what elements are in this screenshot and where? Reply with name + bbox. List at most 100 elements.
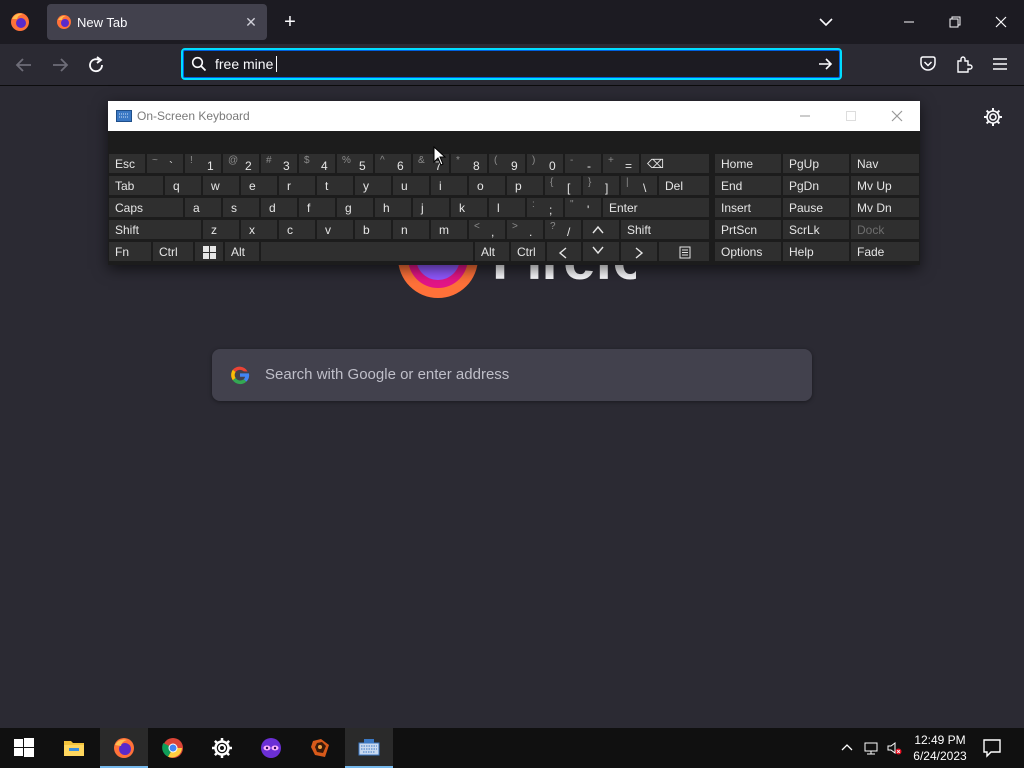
key-9[interactable]: (9	[488, 153, 526, 174]
key-q[interactable]: q	[164, 175, 202, 196]
key-space[interactable]	[260, 241, 474, 262]
key-tab[interactable]: Tab	[108, 175, 164, 196]
key-del[interactable]: Del	[658, 175, 710, 196]
key-backtick[interactable]: ~ `	[146, 153, 184, 174]
key-caps[interactable]: Caps	[108, 197, 184, 218]
key-backslash[interactable]: | \	[620, 175, 658, 196]
osk-taskbar-button[interactable]	[345, 728, 393, 768]
key-m[interactable]: m	[430, 219, 468, 240]
key-semicolon[interactable]: :;	[526, 197, 564, 218]
key-r[interactable]: r	[278, 175, 316, 196]
key-mv-dn[interactable]: Mv Dn	[850, 197, 920, 218]
key-f[interactable]: f	[298, 197, 336, 218]
key-5[interactable]: % 5	[336, 153, 374, 174]
key-c[interactable]: c	[278, 219, 316, 240]
close-icon[interactable]	[986, 8, 1016, 36]
game-app-taskbar-button[interactable]	[296, 728, 344, 768]
key-1[interactable]: ! 1	[184, 153, 222, 174]
key-i[interactable]: i	[430, 175, 468, 196]
url-input[interactable]: free mine	[215, 56, 278, 72]
key-s[interactable]: s	[222, 197, 260, 218]
list-tabs-chevron-icon[interactable]	[816, 12, 836, 32]
key-mv-up[interactable]: Mv Up	[850, 175, 920, 196]
key-e[interactable]: e	[240, 175, 278, 196]
key-esc[interactable]: Esc	[108, 153, 146, 174]
key-u[interactable]: u	[392, 175, 430, 196]
key-w[interactable]: w	[202, 175, 240, 196]
key-dock[interactable]: Dock	[850, 219, 920, 240]
osk-minimize-icon[interactable]	[782, 101, 828, 131]
system-clock[interactable]: 12:49 PM 6/24/2023	[904, 732, 976, 764]
key-shift-left[interactable]: Shift	[108, 219, 202, 240]
key-comma[interactable]: <,	[468, 219, 506, 240]
osk-maximize-icon[interactable]	[828, 101, 874, 131]
key-left-arrow[interactable]	[546, 241, 582, 262]
key-ctrl-right[interactable]: Ctrl	[510, 241, 546, 262]
key-scrlk[interactable]: ScrLk	[782, 219, 850, 240]
key-prtscn[interactable]: PrtScn	[714, 219, 782, 240]
osk-title-bar[interactable]: On-Screen Keyboard	[108, 101, 920, 131]
key-fn[interactable]: Fn	[108, 241, 152, 262]
key-pgup[interactable]: PgUp	[782, 153, 850, 174]
key-ctrl-left[interactable]: Ctrl	[152, 241, 194, 262]
key-n[interactable]: n	[392, 219, 430, 240]
key-insert[interactable]: Insert	[714, 197, 782, 218]
key-h[interactable]: h	[374, 197, 412, 218]
key-end[interactable]: End	[714, 175, 782, 196]
key-y[interactable]: y	[354, 175, 392, 196]
key-right-bracket[interactable]: }]	[582, 175, 620, 196]
key-0[interactable]: ) 0	[526, 153, 564, 174]
key-6[interactable]: ^ 6	[374, 153, 412, 174]
settings-taskbar-button[interactable]	[198, 728, 246, 768]
chrome-taskbar-button[interactable]	[149, 728, 197, 768]
extensions-icon[interactable]	[954, 54, 974, 74]
key-home[interactable]: Home	[714, 153, 782, 174]
key-period[interactable]: >.	[506, 219, 544, 240]
minimize-icon[interactable]	[894, 8, 924, 36]
key-2[interactable]: @2	[222, 153, 260, 174]
key-p[interactable]: p	[506, 175, 544, 196]
tab-new-tab[interactable]: New Tab ✕	[47, 4, 267, 40]
notification-icon[interactable]	[980, 736, 1004, 760]
key-minus[interactable]: --	[564, 153, 602, 174]
forward-arrow-icon[interactable]	[48, 53, 72, 77]
key-quote[interactable]: " '	[564, 197, 602, 218]
key-z[interactable]: z	[202, 219, 240, 240]
key-backspace[interactable]: ⌫	[640, 153, 710, 174]
key-4[interactable]: $4	[298, 153, 336, 174]
file-explorer-button[interactable]	[50, 728, 98, 768]
key-alt-left[interactable]: Alt	[224, 241, 260, 262]
osk-close-icon[interactable]	[874, 101, 920, 131]
key-o[interactable]: o	[468, 175, 506, 196]
key-j[interactable]: j	[412, 197, 450, 218]
key-nav[interactable]: Nav	[850, 153, 920, 174]
key-options[interactable]: Options	[714, 241, 782, 262]
key-l[interactable]: l	[488, 197, 526, 218]
key-slash[interactable]: ? /	[544, 219, 582, 240]
hamburger-menu-icon[interactable]	[990, 54, 1010, 74]
go-arrow-icon[interactable]	[816, 55, 834, 73]
google-search-box[interactable]: Search with Google or enter address	[212, 349, 812, 401]
new-tab-button[interactable]: +	[280, 12, 300, 32]
back-arrow-icon[interactable]	[12, 53, 36, 77]
key-k[interactable]: k	[450, 197, 488, 218]
key-windows[interactable]	[194, 241, 224, 262]
key-menu[interactable]	[658, 241, 710, 262]
key-enter[interactable]: Enter	[602, 197, 710, 218]
volume-muted-icon[interactable]	[886, 740, 902, 756]
key-down-arrow[interactable]	[582, 241, 620, 262]
key-fade[interactable]: Fade	[850, 241, 920, 262]
key-right-arrow[interactable]	[620, 241, 658, 262]
key-alt-right[interactable]: Alt	[474, 241, 510, 262]
gear-icon[interactable]	[982, 106, 1004, 128]
key-t[interactable]: t	[316, 175, 354, 196]
url-bar[interactable]: free mine	[181, 48, 842, 80]
key-shift-right[interactable]: Shift	[620, 219, 710, 240]
network-icon[interactable]	[863, 740, 879, 756]
firefox-taskbar-button[interactable]	[100, 728, 148, 768]
reload-icon[interactable]	[84, 53, 108, 77]
search-placeholder[interactable]: Search with Google or enter address	[265, 366, 509, 383]
key-up-arrow[interactable]	[582, 219, 620, 240]
key-8[interactable]: * 8	[450, 153, 488, 174]
tab-close-icon[interactable]: ✕	[243, 14, 259, 30]
